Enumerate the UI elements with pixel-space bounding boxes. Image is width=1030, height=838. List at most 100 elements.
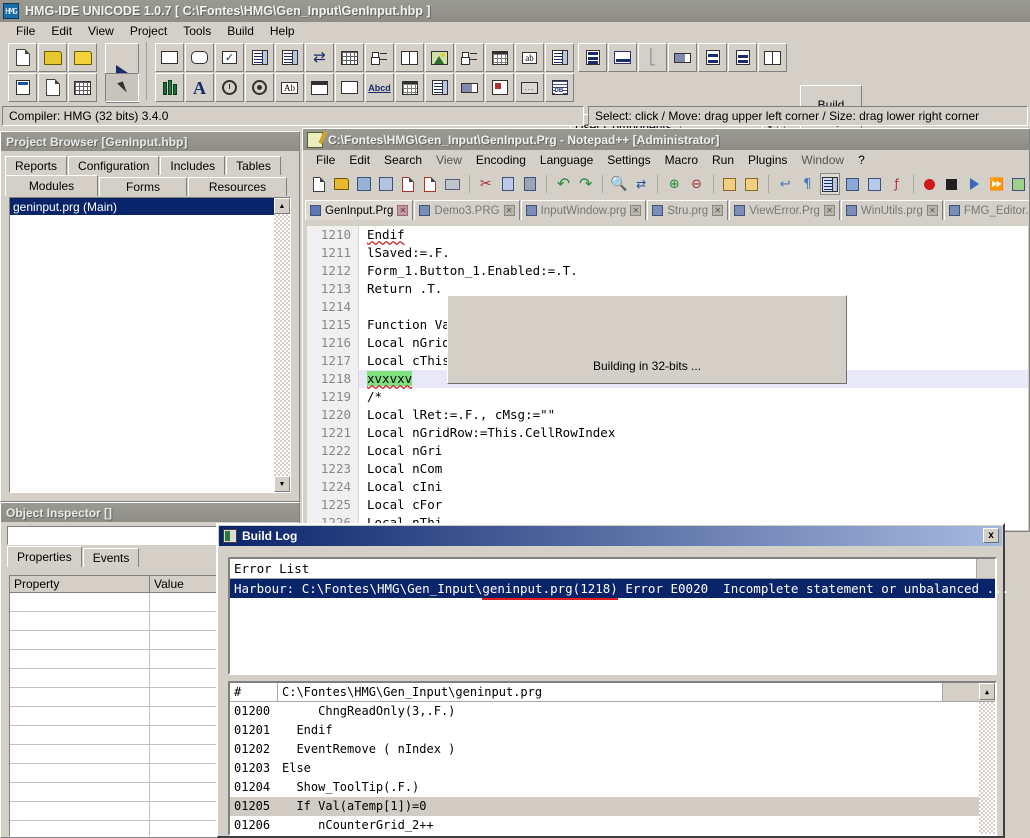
menu-item-help[interactable]: Help (262, 23, 303, 39)
menu-item-project[interactable]: Project (122, 23, 175, 39)
find-icon[interactable]: 🔍 (609, 173, 629, 195)
label-ab-control-icon[interactable]: ab (515, 43, 544, 72)
new-form-icon[interactable] (8, 73, 37, 102)
tab-control-icon[interactable] (305, 73, 334, 102)
document-map-icon[interactable] (864, 173, 884, 195)
zoom-in-icon[interactable]: ⊕ (664, 173, 684, 195)
open-folder-icon[interactable] (38, 43, 67, 72)
code-line[interactable]: lSaved:=.F. (359, 244, 1028, 262)
close-all-icon[interactable] (420, 173, 440, 195)
rounded-button-icon[interactable] (185, 43, 214, 72)
new-file-icon[interactable] (8, 43, 37, 72)
redo-icon[interactable]: ↷ (576, 173, 596, 195)
code-line[interactable]: Local nGridRow:=This.CellRowIndex (359, 424, 1028, 442)
tab-configuration[interactable]: Configuration (68, 156, 160, 175)
npp-menu-view[interactable]: View (429, 152, 469, 168)
word-wrap-icon[interactable]: ↩ (775, 173, 795, 195)
list-item[interactable]: geninput.prg (Main) (10, 198, 290, 215)
slider-control-icon[interactable] (365, 43, 394, 72)
editor-tab[interactable]: Demo3.PRG ✕ (414, 200, 520, 220)
npp-menu-settings[interactable]: Settings (600, 152, 657, 168)
close-tab-icon[interactable]: ✕ (397, 205, 409, 216)
run-macro-multiple-icon[interactable]: ⏩ (986, 173, 1006, 195)
tab-resources[interactable]: Resources (188, 177, 287, 196)
close-tab-icon[interactable]: ✕ (712, 205, 724, 216)
npp-menu-plugins[interactable]: Plugins (741, 152, 794, 168)
undo-icon[interactable]: ↶ (553, 173, 573, 195)
error-file-ref[interactable]: geninput.prg(1218) (482, 581, 619, 600)
code-editor[interactable]: 1210 1211 1212 1213 1214 1215 1216 1217 1218 1219… (307, 226, 1028, 530)
project-browser-scrollbar[interactable]: ▲ ▼ (274, 198, 290, 492)
menu-item-edit[interactable]: Edit (43, 23, 80, 39)
function-list-icon[interactable]: ƒ (886, 173, 906, 195)
scroll-down-icon[interactable]: ▼ (274, 476, 290, 492)
tab-modules[interactable]: Modules (5, 175, 98, 196)
save-project-icon[interactable] (68, 43, 97, 72)
scroll-up-icon[interactable]: ▲ (274, 198, 290, 214)
zoom-out-icon[interactable]: ⊖ (686, 173, 706, 195)
listview-control-icon[interactable] (425, 73, 454, 102)
sync-vertical-scroll-icon[interactable] (720, 173, 740, 195)
close-tab-icon[interactable]: ✕ (926, 205, 938, 216)
button-control-icon[interactable] (155, 43, 184, 72)
timer-control-icon[interactable] (215, 73, 244, 102)
tab-tables[interactable]: Tables (226, 156, 281, 175)
scroll-up-icon[interactable]: ▲ (979, 683, 995, 700)
tab-properties[interactable]: Properties (7, 546, 82, 567)
chart-control-icon[interactable]: ⎣ (638, 43, 667, 72)
imagelist-control-icon[interactable] (485, 73, 514, 102)
source-line-row[interactable]: 01202 EventRemove ( nIndex ) (230, 740, 995, 759)
library-control-icon[interactable] (155, 73, 184, 102)
tab-reports[interactable]: Reports (5, 156, 68, 175)
open-file-icon[interactable] (331, 173, 351, 195)
image-control-icon[interactable] (425, 43, 454, 72)
source-listing-panel[interactable]: # C:\Fontes\HMG\Gen_Input\geninput.prg ▲… (228, 681, 997, 836)
progressbar-control-icon[interactable] (455, 73, 484, 102)
npp-menu-help[interactable]: ? (851, 152, 872, 168)
new-module-icon[interactable] (38, 73, 67, 102)
code-line[interactable]: Local cFor (359, 496, 1028, 514)
code-line[interactable]: Local lRet:=.F., cMsg:="" (359, 406, 1028, 424)
menu-item-tools[interactable]: Tools (175, 23, 219, 39)
sync-horizontal-scroll-icon[interactable] (742, 173, 762, 195)
combobox-control-icon[interactable] (275, 43, 304, 72)
tab-forms[interactable]: Forms (99, 177, 187, 196)
grid-control-icon[interactable] (335, 43, 364, 72)
replace-icon[interactable]: ⇄ (631, 173, 651, 195)
code-line[interactable]: Form_1.Button_1.Enabled:=.T. (359, 262, 1028, 280)
print-icon[interactable] (443, 173, 463, 195)
code-line[interactable]: Local nGri (359, 442, 1028, 460)
npp-menu-window[interactable]: Window (794, 152, 851, 168)
frame-control-icon[interactable] (335, 73, 364, 102)
record-macro-icon[interactable] (920, 173, 940, 195)
listbox-control-icon[interactable] (245, 43, 274, 72)
close-tab-icon[interactable]: ✕ (630, 205, 642, 216)
tree-control-icon[interactable] (455, 43, 484, 72)
stop-macro-icon[interactable] (942, 173, 962, 195)
link-abcd-control-icon[interactable]: Abcd (365, 73, 394, 102)
page-control-icon[interactable] (728, 43, 757, 72)
source-line-row[interactable]: 01200 ChngReadOnly(3,.F.) (230, 702, 995, 721)
source-line-row[interactable]: 01204 Show_ToolTip(.F.) (230, 778, 995, 797)
error-list-panel[interactable]: Error List Harbour: C:\Fontes\HMG\Gen_In… (228, 557, 1009, 675)
npp-menu-run[interactable]: Run (705, 152, 741, 168)
source-line-row[interactable]: 01203 Else (230, 759, 995, 778)
source-line-row[interactable]: 01207 _SetItem ( "Grid_2", "Form_1", nGr… (230, 835, 995, 836)
npp-menu-search[interactable]: Search (377, 152, 429, 168)
close-document-icon[interactable] (398, 173, 418, 195)
project-browser-module-list[interactable]: geninput.prg (Main) ▲ ▼ (9, 197, 291, 493)
code-line[interactable]: /* (359, 388, 1028, 406)
cut-icon[interactable]: ✂ (476, 173, 496, 195)
editor-tab[interactable]: WinUtils.prg ✕ (840, 200, 943, 220)
tab-events[interactable]: Events (82, 548, 140, 567)
toolbar-control-icon[interactable] (578, 43, 607, 72)
source-line-row[interactable]: 01201 Endif (230, 721, 995, 740)
play-macro-icon[interactable] (964, 173, 984, 195)
source-line-row[interactable]: 01205 If Val(aTemp[1])=0 (230, 797, 995, 816)
calendar-control-icon[interactable] (395, 73, 424, 102)
tab-includes[interactable]: Includes (160, 156, 226, 175)
browse-db-control-icon[interactable] (545, 73, 574, 102)
code-line[interactable]: Local nCom (359, 460, 1028, 478)
menu-item-build[interactable]: Build (219, 23, 262, 39)
npp-menu-macro[interactable]: Macro (658, 152, 705, 168)
